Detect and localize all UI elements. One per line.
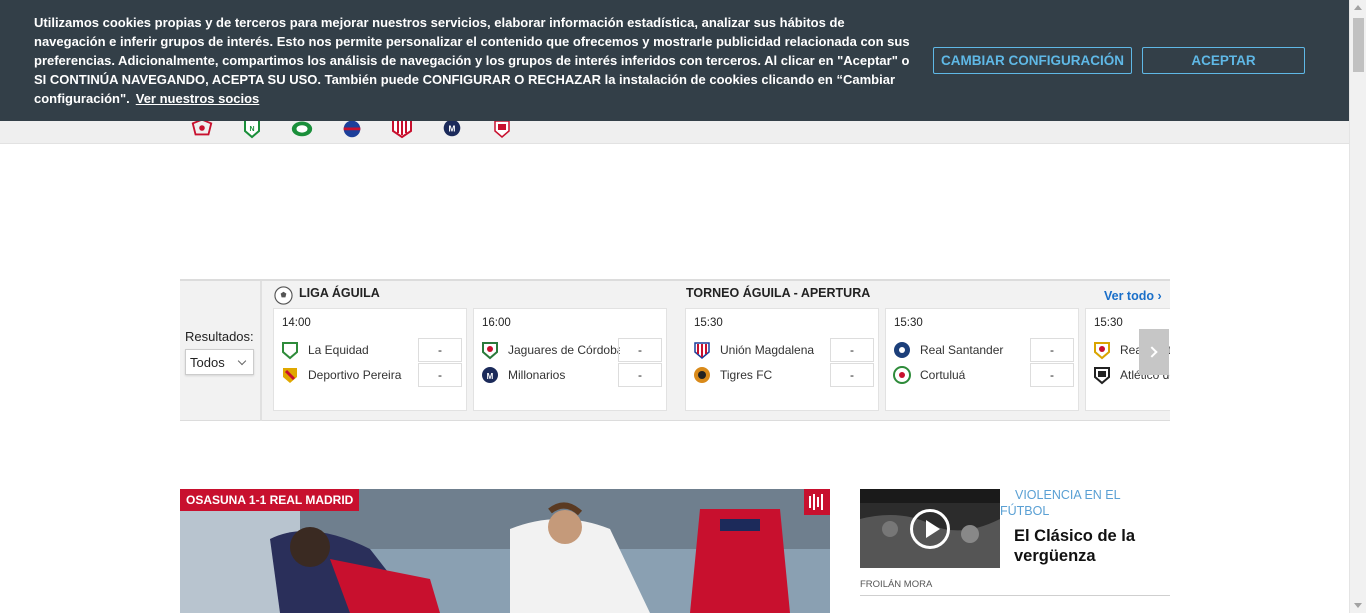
tigres-crest-icon	[692, 365, 712, 385]
away-team-name: Millonarios	[508, 368, 566, 382]
match-card[interactable]: 16:00 Jaguares de Córdoba - M Millonario…	[473, 308, 667, 411]
soccer-ball-icon	[274, 286, 293, 305]
home-team-row: La Equidad	[280, 339, 420, 361]
results-filter-select[interactable]: Todos	[185, 349, 254, 375]
away-score: -	[830, 363, 874, 387]
atletico-cali-crest-icon	[1092, 365, 1112, 385]
scroll-thumb[interactable]	[1353, 18, 1364, 72]
carousel-next-button[interactable]	[1139, 329, 1169, 375]
svg-text:N: N	[249, 126, 254, 133]
home-team-row: Real Santander	[892, 339, 1032, 361]
results-filter-panel: Resultados: Todos	[180, 281, 262, 421]
away-team-name: Deportivo Pereira	[308, 368, 402, 382]
match-time: 15:30	[894, 317, 923, 329]
match-card[interactable]: 14:00 La Equidad - Deportivo Pereira -	[273, 308, 467, 411]
home-score: -	[1030, 338, 1074, 362]
cortulua-crest-icon	[892, 365, 912, 385]
side-news-thumbnail[interactable]	[860, 489, 1000, 568]
match-time: 15:30	[1094, 317, 1123, 329]
league-title-torneo-aguila[interactable]: TORNEO ÁGUILA - APERTURA	[686, 286, 870, 300]
filter-value: Todos	[190, 355, 225, 370]
home-team-name: La Equidad	[308, 343, 369, 357]
match-time: 15:30	[694, 317, 723, 329]
millonarios-crest-icon: M	[480, 365, 500, 385]
chevron-down-icon	[237, 356, 247, 366]
match-card[interactable]: 15:30 Real Santander - Cortuluá -	[885, 308, 1079, 411]
divider	[860, 595, 1170, 596]
away-team-row: Deportivo Pereira	[280, 364, 420, 386]
see-all-link[interactable]: Ver todo ›	[1104, 289, 1162, 303]
cookie-banner: Utilizamos cookies propias y de terceros…	[0, 0, 1349, 121]
away-team-row: Cortuluá	[892, 364, 1032, 386]
away-team-row: Tigres FC	[692, 364, 832, 386]
svg-text:M: M	[487, 372, 494, 381]
union-magdalena-crest-icon	[692, 340, 712, 360]
scroll-down-icon[interactable]	[1354, 603, 1362, 608]
home-team-name: Jaguares de Córdoba	[508, 343, 620, 357]
match-time: 16:00	[482, 317, 511, 329]
away-team-name: Tigres FC	[720, 368, 773, 382]
page-scrollbar[interactable]	[1349, 0, 1366, 613]
away-team-row: M Millonarios	[480, 364, 620, 386]
home-team-row: Jaguares de Córdoba	[480, 339, 620, 361]
real-cartagena-crest-icon	[1092, 340, 1112, 360]
hero-tag[interactable]: OSASUNA 1-1 REAL MADRID	[180, 489, 360, 511]
home-score: -	[418, 338, 462, 362]
real-santander-crest-icon	[892, 340, 912, 360]
hero-news-image[interactable]: OSASUNA 1-1 REAL MADRID	[180, 489, 830, 613]
away-team-name: Cortuluá	[920, 368, 966, 382]
away-score: -	[618, 363, 662, 387]
match-card[interactable]: 15:30 Unión Magdalena - Tigres FC -	[685, 308, 879, 411]
play-icon[interactable]	[910, 509, 950, 549]
home-score: -	[618, 338, 662, 362]
results-label: Resultados:	[185, 329, 254, 344]
results-widget: Resultados: Todos LIGA ÁGUILA TORNEO ÁGU…	[180, 279, 1170, 421]
scroll-up-icon[interactable]	[1354, 5, 1362, 10]
jaguares-crest-icon	[480, 340, 500, 360]
chevron-right-icon: ›	[1157, 289, 1162, 303]
home-team-row: Unión Magdalena	[692, 339, 832, 361]
accept-cookies-button[interactable]: ACEPTAR	[1142, 47, 1305, 74]
cookie-text-block: Utilizamos cookies propias y de terceros…	[34, 13, 919, 108]
side-news-author: FROILÁN MORA	[860, 579, 933, 590]
deportivo-pereira-crest-icon	[280, 365, 300, 385]
svg-text:M: M	[449, 124, 456, 134]
home-team-name: Unión Magdalena	[720, 343, 815, 357]
side-news-title[interactable]: El Clásico de la vergüenza	[1014, 526, 1164, 566]
home-team-name: Real Santander	[920, 343, 1004, 357]
page: N M Utilizamos cookies propias y de terc…	[0, 0, 1366, 613]
match-time: 14:00	[282, 317, 311, 329]
see-all-label: Ver todo	[1104, 289, 1155, 303]
video-gallery-icon[interactable]	[804, 489, 830, 515]
away-score: -	[1030, 363, 1074, 387]
league-title-liga-aguila[interactable]: LIGA ÁGUILA	[299, 286, 380, 300]
side-news-category[interactable]: VIOLENCIA EN EL FÚTBOL	[1000, 487, 1170, 519]
change-settings-button[interactable]: CAMBIAR CONFIGURACIÓN	[933, 47, 1132, 74]
home-score: -	[830, 338, 874, 362]
partners-link[interactable]: Ver nuestros socios	[136, 91, 260, 106]
la-equidad-crest-icon	[280, 340, 300, 360]
away-score: -	[418, 363, 462, 387]
chevron-right-icon	[1146, 346, 1158, 358]
